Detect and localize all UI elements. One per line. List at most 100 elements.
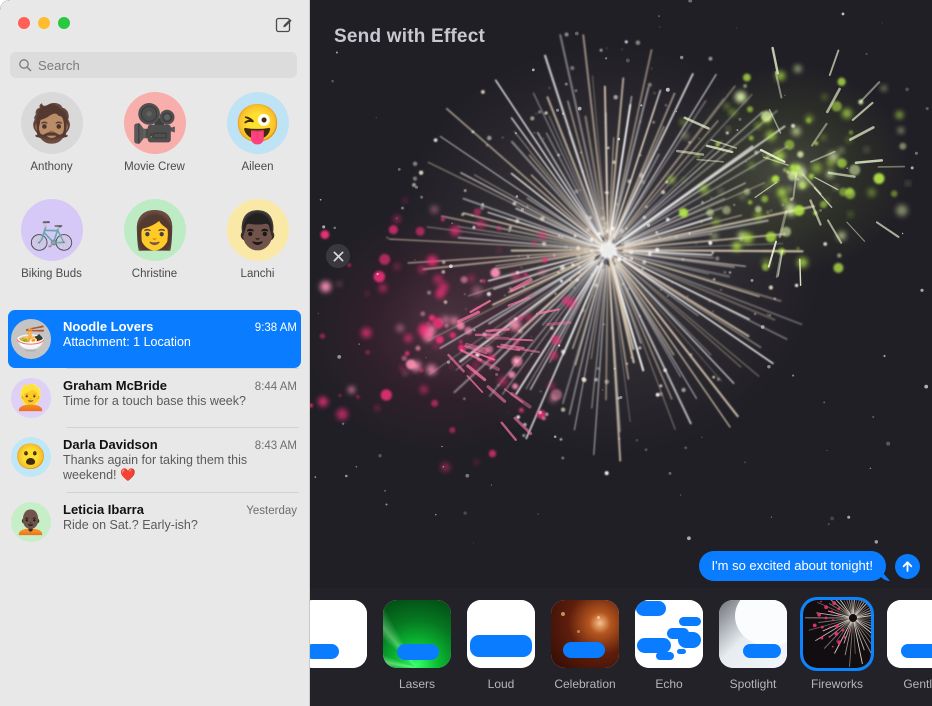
pinned-conversation[interactable]: 🧔🏽 Anthony	[0, 92, 103, 199]
conversation-preview: Ride on Sat.? Early-ish?	[63, 518, 198, 532]
conversation-header: Darla Davidson 8:43 AM	[63, 437, 297, 452]
conversation-preview: Time for a touch base this week?	[63, 394, 246, 408]
search-placeholder: Search	[38, 57, 80, 73]
avatar: 🍜	[11, 319, 51, 359]
effect-label: Fireworks	[810, 677, 863, 691]
search-input[interactable]: Search	[10, 52, 297, 78]
effect-option-celebration[interactable]: Celebration	[551, 600, 619, 691]
conversation-name: Leticia Ibarra	[63, 502, 144, 517]
effect-option-echo[interactable]: Echo	[635, 600, 703, 691]
conversation-details: Darla Davidson 8:43 AM Thanks again for ta…	[63, 437, 297, 483]
close-window-button[interactable]	[18, 17, 30, 29]
thumbnail-bubble	[397, 644, 439, 660]
close-icon	[333, 251, 343, 261]
thumbnail-bubble	[679, 617, 701, 626]
conversation-list-item[interactable]: 👱 Graham McBride 8:44 AM Time for a touch b…	[0, 369, 309, 427]
send-button[interactable]	[895, 553, 920, 579]
conversation-details: Graham McBride 8:44 AM Time for a touch ba…	[63, 378, 297, 418]
thumbnail-bubble	[901, 644, 932, 658]
conversation-header: Noodle Lovers 9:38 AM	[63, 319, 297, 334]
effect-option-fireworks[interactable]: Fireworks	[803, 600, 871, 691]
conversation-name: Graham McBride	[63, 378, 168, 393]
conversation-header: Graham McBride 8:44 AM	[63, 378, 297, 393]
thumbnail-bubble	[637, 638, 671, 653]
conversation-name: Noodle Lovers	[63, 319, 154, 334]
effect-thumbnail	[887, 600, 932, 668]
message-bubble[interactable]: I'm so excited about tonight!	[698, 551, 886, 581]
pinned-conversation-label: Aileen	[241, 161, 274, 173]
conversation-timestamp: 8:43 AM	[254, 440, 297, 452]
pinned-conversation[interactable]: 🎥 Movie Crew	[103, 92, 206, 199]
effect-label: Celebration	[554, 677, 616, 691]
conversation-name: Darla Davidson	[63, 437, 158, 452]
effect-label: Gentle	[903, 677, 932, 691]
sidebar: Search 🧔🏽 Anthony 🎥 Movie Crew 😜 Aileen 🚲 Bikin…	[0, 0, 309, 706]
pinned-conversation-label: Biking Buds	[21, 268, 82, 280]
pinned-conversation[interactable]: 😜 Aileen	[206, 92, 309, 199]
avatar: 🧑🏿‍🦲	[11, 502, 51, 542]
effect-thumbnail	[383, 600, 451, 668]
effect-thumbnail	[635, 600, 703, 668]
effects-picker[interactable]: Lasers Loud Celebration Echo Spotlight Firewo…	[310, 588, 932, 706]
avatar: 🧔🏽	[20, 92, 83, 154]
arrow-up-icon	[902, 560, 913, 572]
avatar: 👱	[11, 378, 51, 418]
conversation-list-item[interactable]: 🍜 Noodle Lovers 9:38 AM Attachment: 1 Locat…	[8, 310, 301, 368]
avatar: 🚲	[20, 199, 83, 261]
effect-thumbnail	[551, 600, 619, 668]
avatar: 😜	[226, 92, 289, 154]
conversation-header: Leticia Ibarra Yesterday	[63, 502, 297, 517]
effect-label: Lasers	[398, 677, 436, 691]
pinned-conversation-label: Movie Crew	[124, 161, 185, 173]
effect-thumbnail	[719, 600, 787, 668]
thumbnail-bubble	[470, 635, 532, 657]
conversation-details: Leticia Ibarra Yesterday Ride on Sat.? Ear…	[63, 502, 297, 542]
effect-option[interactable]	[310, 600, 367, 691]
avatar: 🎥	[123, 92, 186, 154]
effect-option-spotlight[interactable]: Spotlight	[719, 600, 787, 691]
thumbnail-bubble	[563, 642, 605, 658]
thumbnail-bubble	[636, 601, 666, 616]
avatar: 😮	[11, 437, 51, 477]
effect-option-lasers[interactable]: Lasers	[383, 600, 451, 691]
thumbnail-bubble	[743, 644, 781, 658]
message-compose-bar: I'm so excited about tonight!	[310, 546, 932, 586]
compose-icon	[275, 17, 292, 33]
thumbnail-bubble	[677, 649, 686, 654]
pinned-conversation-label: Christine	[131, 268, 178, 280]
effect-option-gentle[interactable]: Gentle	[887, 600, 932, 691]
pinned-conversations: 🧔🏽 Anthony 🎥 Movie Crew 😜 Aileen 🚲 Biking Buds 👩…	[0, 92, 309, 306]
effect-option-loud[interactable]: Loud	[467, 600, 535, 691]
effects-scroller: Lasers Loud Celebration Echo Spotlight Firewo…	[310, 588, 932, 691]
window-controls	[18, 17, 70, 29]
effect-label: Echo	[655, 677, 683, 691]
conversation-list-item[interactable]: 😮 Darla Davidson 8:43 AM Thanks again for t…	[0, 428, 309, 492]
conversation-timestamp: 9:38 AM	[254, 322, 297, 334]
conversation-timestamp: Yesterday	[246, 505, 297, 517]
thumbnail-bubble	[310, 644, 339, 659]
effect-label: Loud	[487, 677, 515, 691]
messages-window: Search 🧔🏽 Anthony 🎥 Movie Crew 😜 Aileen 🚲 Bikin…	[0, 0, 932, 706]
conversation-list-item[interactable]: 🧑🏿‍🦲 Leticia Ibarra Yesterday Ride on Sat.?…	[0, 493, 309, 551]
effect-preview-panel: Send with Effect I'm so excited about to…	[310, 0, 932, 706]
close-effect-button[interactable]	[326, 244, 350, 268]
conversation-timestamp: 8:44 AM	[254, 381, 297, 393]
minimize-window-button[interactable]	[38, 17, 50, 29]
compose-button[interactable]	[273, 14, 295, 36]
effect-thumbnail	[310, 600, 367, 668]
page-title: Send with Effect	[334, 26, 485, 47]
pinned-conversation[interactable]: 👩 Christine	[103, 199, 206, 306]
avatar: 👩	[123, 199, 186, 261]
conversation-details: Noodle Lovers 9:38 AM Attachment: 1 Locati…	[63, 319, 297, 359]
conversation-preview: Thanks again for taking them this weeken…	[63, 453, 248, 482]
pinned-conversation[interactable]: 🚲 Biking Buds	[0, 199, 103, 306]
maximize-window-button[interactable]	[58, 17, 70, 29]
effect-thumbnail	[467, 600, 535, 668]
fireworks-animation	[310, 0, 932, 585]
conversation-preview: Attachment: 1 Location	[63, 335, 191, 349]
pinned-conversation-label: Anthony	[30, 161, 73, 173]
pinned-conversation[interactable]: 👨🏿 Lanchi	[206, 199, 309, 306]
avatar: 👨🏿	[226, 199, 289, 261]
conversation-list: 🍜 Noodle Lovers 9:38 AM Attachment: 1 Locat…	[0, 310, 309, 551]
effect-thumbnail	[803, 600, 871, 668]
